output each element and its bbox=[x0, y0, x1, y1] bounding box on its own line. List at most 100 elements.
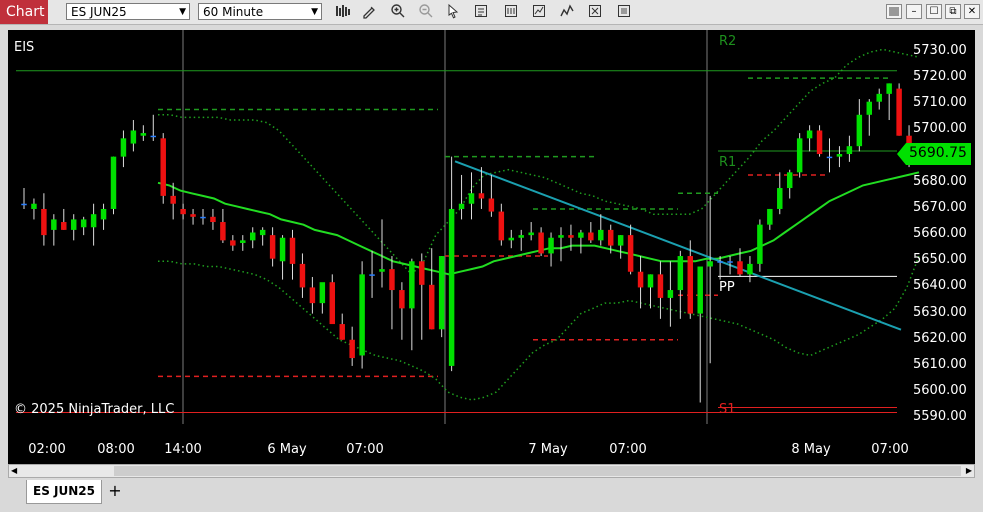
price-tick-label: 5600.00 bbox=[913, 383, 967, 399]
maximize-icon[interactable]: ☐ bbox=[926, 4, 942, 19]
data-box-icon[interactable] bbox=[472, 3, 490, 21]
candle-body bbox=[598, 229, 604, 241]
add-tab-button[interactable]: + bbox=[106, 482, 124, 500]
zoom-out-icon[interactable] bbox=[417, 3, 435, 21]
candle-body bbox=[80, 219, 87, 228]
candle-body bbox=[578, 232, 584, 238]
time-axis[interactable]: 02:00 08:00 14:00 6 May 07:00 7 May 07:00 8 May… bbox=[8, 440, 975, 464]
candle-body bbox=[70, 219, 77, 230]
candle-body bbox=[548, 237, 554, 254]
candle-body bbox=[697, 266, 703, 314]
price-tick-label: 5650.00 bbox=[913, 252, 967, 268]
candle-body bbox=[31, 203, 37, 209]
interval-selector[interactable]: 60 Minute ▼ bbox=[198, 3, 322, 20]
candle-body bbox=[816, 130, 823, 155]
candle-body bbox=[90, 214, 97, 228]
templates-icon[interactable] bbox=[586, 3, 604, 21]
candle-body bbox=[389, 269, 395, 291]
scroll-right-icon[interactable]: ▶ bbox=[966, 465, 972, 477]
candle-body bbox=[279, 237, 286, 262]
candle-body bbox=[329, 282, 336, 325]
zoom-in-icon[interactable] bbox=[389, 3, 407, 21]
candle-body bbox=[100, 208, 107, 220]
price-axis[interactable]: 5730.005720.005710.005700.005690.005680.… bbox=[905, 30, 975, 440]
current-price-text: 5690.75 bbox=[909, 145, 967, 161]
price-tick-label: 5670.00 bbox=[913, 199, 967, 215]
candle-body bbox=[230, 240, 236, 246]
candle-body bbox=[220, 222, 226, 241]
candle-body bbox=[249, 232, 256, 241]
pointer-icon[interactable] bbox=[444, 3, 462, 21]
candle-body bbox=[717, 261, 723, 263]
candle-body bbox=[21, 203, 27, 206]
candle-body bbox=[707, 261, 713, 267]
candle-body bbox=[458, 203, 465, 209]
tab-es-jun25[interactable]: ES JUN25 bbox=[26, 480, 102, 504]
candle-body bbox=[359, 274, 365, 356]
candle-body bbox=[150, 135, 157, 138]
candle-body bbox=[200, 216, 206, 219]
candle-body bbox=[419, 261, 425, 285]
bars-type-icon[interactable] bbox=[334, 3, 352, 21]
pivot-label-pp: PP bbox=[719, 280, 735, 295]
candle-body bbox=[399, 290, 405, 309]
candle-body bbox=[886, 83, 892, 94]
price-tick-label: 5720.00 bbox=[913, 69, 967, 85]
minimize-icon[interactable]: – bbox=[906, 4, 922, 19]
candle-body bbox=[349, 339, 355, 359]
time-tick-label: 02:00 bbox=[28, 442, 66, 457]
candle-body bbox=[627, 235, 634, 272]
candle-body bbox=[757, 224, 763, 264]
candle-body bbox=[488, 198, 495, 212]
candle-body bbox=[240, 240, 246, 243]
pivot-label-r1: R1 bbox=[719, 155, 737, 170]
candle-body bbox=[588, 232, 594, 241]
candle-body bbox=[180, 208, 186, 215]
price-tick-label: 5590.00 bbox=[913, 409, 967, 425]
candle-body bbox=[896, 88, 902, 136]
candle-body bbox=[210, 216, 216, 223]
candle-body bbox=[448, 208, 455, 366]
candle-body bbox=[826, 156, 833, 159]
color-box-icon[interactable] bbox=[886, 4, 902, 19]
chevron-down-icon: ▼ bbox=[179, 7, 186, 17]
candle-body bbox=[528, 232, 534, 236]
candle-body bbox=[309, 287, 316, 304]
candle-body bbox=[478, 193, 485, 199]
candle-body bbox=[607, 229, 614, 246]
indicators-icon[interactable] bbox=[530, 3, 548, 21]
current-price-badge: 5690.75 bbox=[897, 143, 971, 165]
restore-icon[interactable]: ⧉ bbox=[945, 4, 961, 19]
price-chart[interactable]: EIS © 2025 NinjaTrader, LLC R2 R1 PP S1 … bbox=[8, 30, 975, 464]
time-tick-label: 7 May bbox=[528, 442, 568, 457]
scrollbar-thumb[interactable] bbox=[114, 466, 961, 476]
settings-icon[interactable] bbox=[615, 3, 633, 21]
candle-body bbox=[130, 130, 137, 144]
horizontal-scrollbar[interactable]: ◀ ▶ bbox=[8, 464, 975, 478]
time-tick-label: 14:00 bbox=[164, 442, 202, 457]
properties-icon[interactable] bbox=[502, 3, 520, 21]
candle-body bbox=[51, 219, 57, 230]
candle-body bbox=[269, 235, 276, 259]
instrument-selector[interactable]: ES JUN25 ▼ bbox=[66, 3, 190, 20]
candle-body bbox=[498, 211, 505, 241]
trendline bbox=[454, 160, 902, 331]
scroll-left-icon[interactable]: ◀ bbox=[11, 465, 17, 477]
candle-body bbox=[369, 274, 375, 276]
price-tick-label: 5710.00 bbox=[913, 95, 967, 111]
price-tick-label: 5640.00 bbox=[913, 278, 967, 294]
candle-body bbox=[319, 282, 326, 304]
chart-toolbar: Chart ES JUN25 ▼ 60 Minute ▼ – ☐ ⧉ ✕ bbox=[0, 0, 983, 25]
candle-body bbox=[558, 235, 564, 238]
candle-body bbox=[140, 133, 147, 136]
candle-body bbox=[747, 263, 753, 275]
candle-body bbox=[120, 138, 127, 157]
strategies-icon[interactable] bbox=[558, 3, 576, 21]
price-tick-label: 5610.00 bbox=[913, 356, 967, 372]
close-icon[interactable]: ✕ bbox=[964, 4, 980, 19]
drawing-tool-icon[interactable] bbox=[360, 3, 378, 21]
candle-body bbox=[727, 261, 733, 263]
chart-window-label[interactable]: Chart bbox=[0, 0, 48, 24]
candle-body bbox=[259, 229, 266, 236]
chart-canvas bbox=[16, 30, 922, 424]
